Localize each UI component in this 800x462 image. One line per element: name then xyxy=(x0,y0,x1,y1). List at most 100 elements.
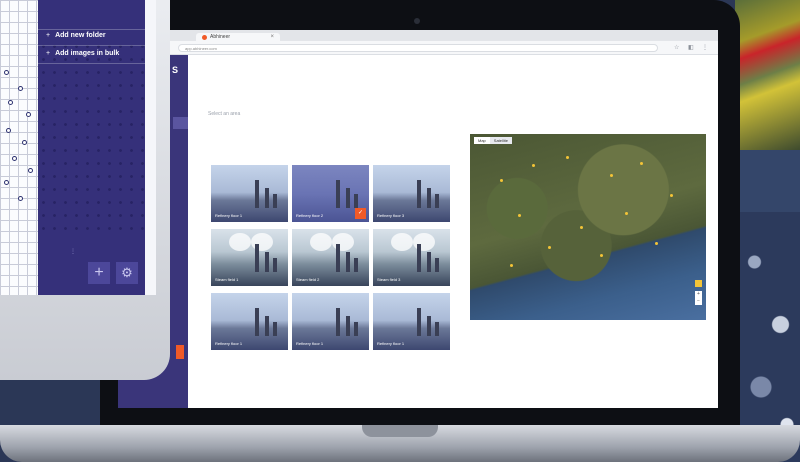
app-logo[interactable]: S xyxy=(172,65,178,75)
plan-marker[interactable] xyxy=(28,168,33,173)
panel-divider xyxy=(38,63,145,64)
zoom-in-button[interactable]: + xyxy=(695,291,702,298)
browser-tab-bar: Abhineer × xyxy=(118,30,718,41)
plan-marker[interactable] xyxy=(4,180,9,185)
refinery-tower xyxy=(273,322,277,336)
map-type-toggle: Map Satellite xyxy=(474,137,513,144)
refinery-tower xyxy=(435,322,439,336)
refinery-tower xyxy=(427,188,431,208)
menu-icon[interactable]: ⋮ xyxy=(702,43,708,53)
thumbnail-label: Refinery floor 1 xyxy=(377,341,405,346)
refinery-tower xyxy=(255,244,259,272)
thumbnail-label: Steam field 2 xyxy=(296,277,320,282)
area-thumbnail[interactable]: Refinery floor 1 xyxy=(211,165,288,222)
extension-icon[interactable]: ◧ xyxy=(688,43,694,53)
tab-title: Abhineer xyxy=(210,34,231,40)
settings-button[interactable]: ⚙ xyxy=(116,262,138,284)
url-text: app.abhineer.com xyxy=(185,46,217,51)
map-pin[interactable] xyxy=(548,246,551,249)
area-thumbnail[interactable]: Steam field 1 xyxy=(211,229,288,286)
add-button[interactable]: + xyxy=(88,262,110,284)
app-main: Select an area Refinery floor 1 Refinery … xyxy=(188,55,718,408)
refinery-tower xyxy=(354,258,358,272)
sidebar-active-item[interactable] xyxy=(173,117,188,129)
plus-icon: + xyxy=(46,32,51,39)
laptop-screen: Abhineer × ◀ ▶ ↻ app.abhineer.com ☆ ◧ ⋮ … xyxy=(118,30,718,408)
refinery-tower xyxy=(354,194,358,208)
thumbnail-label: Steam field 3 xyxy=(377,277,401,282)
panel-floorplan-overlay xyxy=(38,40,145,240)
add-new-folder-item[interactable]: + Add new folder xyxy=(46,32,106,39)
side-panel: + Add new folder + Add images in bulk ⋮ + … xyxy=(38,0,145,295)
selected-check-icon[interactable]: ✓ xyxy=(355,208,366,219)
map-pin[interactable] xyxy=(670,194,673,197)
thumbnail-label: Refinery floor 2 xyxy=(296,213,324,218)
refinery-tower xyxy=(273,258,277,272)
refinery-tower xyxy=(346,316,350,336)
url-field[interactable]: app.abhineer.com xyxy=(178,44,658,52)
laptop-camera xyxy=(414,18,420,24)
map-pin[interactable] xyxy=(566,156,569,159)
map-pin[interactable] xyxy=(600,254,603,257)
plan-marker[interactable] xyxy=(6,128,11,133)
map-pin[interactable] xyxy=(655,242,658,245)
laptop-notch xyxy=(362,425,438,437)
map-pin[interactable] xyxy=(518,214,521,217)
thumbnail-label: Refinery floor 1 xyxy=(215,341,243,346)
refinery-tower xyxy=(265,188,269,208)
area-thumbnail[interactable]: Refinery floor 3 xyxy=(373,165,450,222)
panel-divider xyxy=(38,29,145,30)
map-pin[interactable] xyxy=(625,212,628,215)
plan-marker[interactable] xyxy=(18,86,23,91)
panel-divider xyxy=(38,45,145,46)
refinery-tower xyxy=(417,308,421,336)
area-thumbnail[interactable]: Refinery floor 1 xyxy=(292,293,369,350)
map-zoom-control: + − xyxy=(695,291,702,305)
plan-marker[interactable] xyxy=(8,100,13,105)
map-pin[interactable] xyxy=(510,264,513,267)
plan-marker[interactable] xyxy=(22,140,27,145)
tab-close-button[interactable]: × xyxy=(270,33,274,41)
area-thumbnail[interactable]: Refinery floor 1 xyxy=(373,293,450,350)
steam-plume xyxy=(310,233,332,251)
drag-handle-icon[interactable]: ⋮ xyxy=(70,248,76,255)
area-thumbnail[interactable]: Refinery floor 1 xyxy=(211,293,288,350)
sidebar-accent-marker xyxy=(176,345,184,359)
refinery-tower xyxy=(273,194,277,208)
refinery-tower xyxy=(265,316,269,336)
map-pin[interactable] xyxy=(580,226,583,229)
map-pin[interactable] xyxy=(640,162,643,165)
plan-marker[interactable] xyxy=(18,196,23,201)
pegman-icon[interactable] xyxy=(695,280,702,287)
map-pin[interactable] xyxy=(610,174,613,177)
gear-icon: ⚙ xyxy=(121,265,133,280)
refinery-tower xyxy=(265,252,269,272)
favicon-icon xyxy=(202,35,207,40)
thumbnail-label: Refinery floor 1 xyxy=(215,213,243,218)
plan-marker[interactable] xyxy=(12,156,17,161)
plus-icon: + xyxy=(46,50,51,57)
add-images-in-bulk-item[interactable]: + Add images in bulk xyxy=(46,50,119,57)
refinery-tower xyxy=(427,316,431,336)
plus-icon: + xyxy=(94,264,104,281)
floor-plan[interactable] xyxy=(0,0,38,295)
satellite-map[interactable]: Map Satellite + − xyxy=(470,134,706,320)
map-toggle-satellite[interactable]: Satellite xyxy=(489,137,513,144)
area-thumbnail[interactable]: Steam field 2 xyxy=(292,229,369,286)
refinery-tower xyxy=(346,252,350,272)
map-toggle-map[interactable]: Map xyxy=(474,137,490,144)
map-pin[interactable] xyxy=(532,164,535,167)
area-thumbnail[interactable]: Refinery floor 2 ✓ xyxy=(292,165,369,222)
add-new-folder-label: Add new folder xyxy=(55,32,106,39)
zoom-out-button[interactable]: − xyxy=(695,298,702,305)
plan-marker[interactable] xyxy=(4,70,9,75)
refinery-tower xyxy=(435,258,439,272)
area-thumbnail[interactable]: Steam field 3 xyxy=(373,229,450,286)
plan-marker[interactable] xyxy=(26,112,31,117)
thumbnail-label: Refinery floor 1 xyxy=(296,341,324,346)
star-icon[interactable]: ☆ xyxy=(674,43,679,53)
map-pin[interactable] xyxy=(500,179,503,182)
refinery-tower xyxy=(417,180,421,208)
background-band xyxy=(735,150,800,212)
browser-tab[interactable]: Abhineer × xyxy=(196,33,280,41)
